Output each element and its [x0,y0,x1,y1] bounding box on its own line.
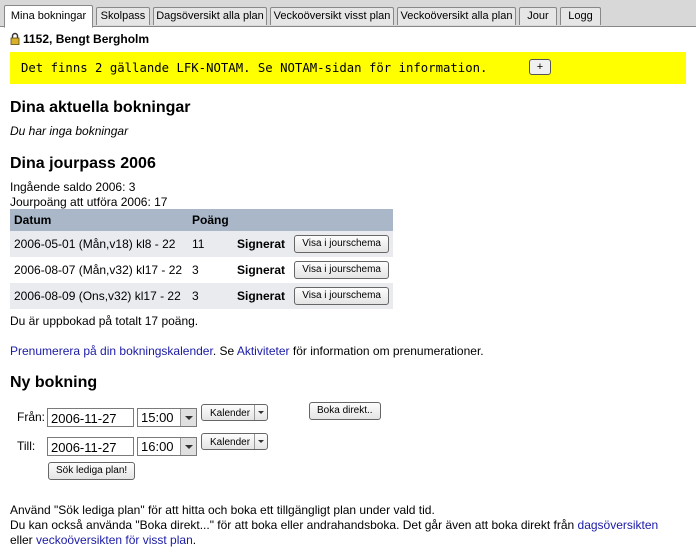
row-datum: 2006-08-07 (Mån,v32) kl17 - 22 [10,257,188,283]
current-bookings-heading: Dina aktuella bokningar [10,99,191,116]
kalender-label: Kalender [210,408,251,419]
till-kalender-button[interactable]: Kalender [201,433,268,450]
col-datum: Datum [10,209,188,231]
jourpass-table: Datum Poäng 2006-05-01 (Mån,v18) kl8 - 2… [10,209,393,309]
kalender-label: Kalender [210,437,251,448]
tab-jour[interactable]: Jour [519,7,557,25]
boka-direkt-button[interactable]: Boka direkt.. [309,402,381,420]
aktiviteter-link[interactable]: Aktiviteter [237,344,290,358]
fran-time-select[interactable]: 15:00 [137,408,197,427]
footer-line-3: eller veckoöversikten för visst plan. [10,533,196,547]
notam-banner: Det finns 2 gällande LFK-NOTAM. Se NOTAM… [10,52,686,84]
veckooversikten-link[interactable]: veckoöversikten för visst plan [36,533,193,547]
footer-line-2-text: Du kan också använda "Boka direkt..." fö… [10,518,578,532]
footer-line-3-end: . [192,533,197,547]
row-poang: 11 [188,231,233,257]
dropdown-arrow-icon [254,434,267,449]
tab-logg[interactable]: Logg [560,7,601,25]
col-poang: Poäng [188,209,233,231]
tab-dagsoversikt[interactable]: Dagsöversikt alla plan [153,7,267,25]
tab-mina-bokningar[interactable]: Mina bokningar [4,5,93,28]
subscribe-mid-text: . Se [212,344,237,358]
row-datum: 2006-05-01 (Mån,v18) kl8 - 22 [10,231,188,257]
subscribe-end-text: för information om prenumerationer. [289,344,484,358]
footer-line-1: Använd "Sök lediga plan" för att hitta o… [10,503,435,517]
saldo-text: Ingående saldo 2006: 3 [10,180,136,194]
ny-bokning-heading: Ny bokning [10,374,98,391]
chevron-down-icon [180,409,196,426]
till-time-select[interactable]: 16:00 [137,437,197,456]
col-action [289,209,393,231]
dropdown-arrow-icon [254,405,267,420]
visa-i-jourschema-button[interactable]: Visa i jourschema [294,287,389,305]
row-status: Signerat [233,231,290,257]
poang-text: Jourpoäng att utföra 2006: 17 [10,195,168,209]
till-label: Till: [17,439,36,453]
footer-line-3-pre: eller [10,533,37,547]
chevron-down-icon [180,438,196,455]
visa-i-jourschema-button[interactable]: Visa i jourschema [294,261,389,279]
tab-veckooversikt-visst-plan[interactable]: Veckoöversikt visst plan [270,7,394,25]
table-header: Datum Poäng [10,209,393,231]
table-row: 2006-05-01 (Mån,v18) kl8 - 22 11 Signera… [10,231,393,257]
fran-label: Från: [17,410,46,424]
user-lock-icon [10,32,20,45]
row-poang: 3 [188,283,233,309]
till-date-input[interactable]: 2006-11-27 [47,437,134,456]
total-points-text: Du är uppbokad på totalt 17 poäng. [10,314,199,328]
table-row: 2006-08-09 (Ons,v32) kl17 - 22 3 Signera… [10,283,393,309]
user-name: 1152, Bengt Bergholm [23,32,150,46]
tab-skolpass[interactable]: Skolpass [96,7,150,25]
tab-bar: Mina bokningar Skolpass Dagsöversikt all… [0,0,696,28]
tab-veckooversikt-alla-plan[interactable]: Veckoöversikt alla plan [397,7,516,25]
fran-date-input[interactable]: 2006-11-27 [47,408,134,427]
table-row: 2006-08-07 (Mån,v32) kl17 - 22 3 Signera… [10,257,393,283]
notam-expand-button[interactable]: + [529,59,551,75]
row-datum: 2006-08-09 (Ons,v32) kl17 - 22 [10,283,188,309]
subscribe-calendar-link[interactable]: Prenumerera på din bokningskalender [10,344,213,358]
visa-i-jourschema-button[interactable]: Visa i jourschema [294,235,389,253]
row-poang: 3 [188,257,233,283]
notam-text: Det finns 2 gällande LFK-NOTAM. Se NOTAM… [21,61,488,75]
sok-lediga-plan-button[interactable]: Sök lediga plan! [48,462,136,480]
footer-line-2: Du kan också använda "Boka direkt..." fö… [10,518,658,532]
dagsoversikten-link[interactable]: dagsöversikten [578,518,659,532]
no-bookings-text: Du har inga bokningar [10,124,129,138]
subscribe-line: Prenumerera på din bokningskalender. Se … [10,344,484,358]
row-status: Signerat [233,257,290,283]
fran-kalender-button[interactable]: Kalender [201,404,268,421]
user-info: 1152, Bengt Bergholm [10,32,149,46]
till-time-value: 16:00 [141,439,174,454]
col-status [233,209,290,231]
row-status: Signerat [233,283,290,309]
jourpass-heading: Dina jourpass 2006 [10,155,156,172]
fran-time-value: 15:00 [141,410,174,425]
